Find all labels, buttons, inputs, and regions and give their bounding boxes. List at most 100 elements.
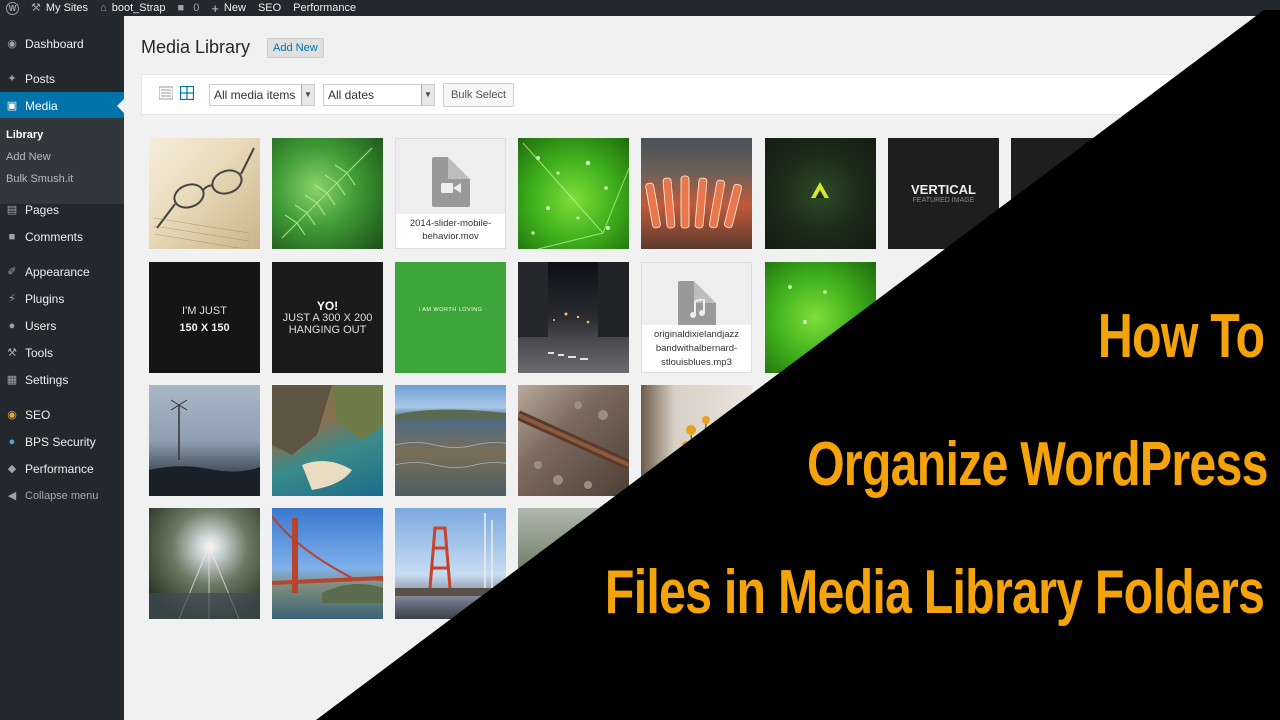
- date-filter-value: All dates: [328, 88, 375, 102]
- media-item-leaf[interactable]: [518, 138, 629, 249]
- performance-icon: ◆: [7, 463, 17, 475]
- sidebar-item-settings[interactable]: ▦ Settings: [0, 366, 124, 393]
- glasses-image: [153, 147, 255, 249]
- sidebar-item-label: Media: [25, 98, 58, 113]
- video-camera-icon: [441, 183, 461, 193]
- grid-view-icon[interactable]: [180, 86, 194, 100]
- plug-icon: ⚡: [8, 293, 16, 305]
- comments-count: 0: [193, 2, 200, 14]
- water-rocks-image: [395, 409, 506, 468]
- sidebar-item-tools[interactable]: ⚒ Tools: [0, 339, 124, 366]
- media-item-bridge[interactable]: [272, 508, 383, 619]
- vertical-title: VERTICAL: [911, 182, 976, 197]
- bulk-select-button[interactable]: Bulk Select: [443, 83, 514, 107]
- sidebar-item-label: SEO: [25, 407, 51, 422]
- collapse-icon: ◀: [7, 490, 17, 502]
- media-item-mp3-file[interactable]: originaldixielandjazz bandwithalbernard-…: [641, 262, 752, 373]
- headline-line-1: How To: [1097, 302, 1265, 371]
- media-item-worth[interactable]: I AM WORTH LOVING: [395, 262, 506, 373]
- home-icon: ⌂: [100, 1, 107, 14]
- seo-icon: ◉: [7, 409, 17, 421]
- media-item-water[interactable]: [395, 385, 506, 496]
- tile-text-150: 150 X 150: [179, 322, 230, 334]
- comment-icon: ■: [8, 230, 16, 243]
- media-item-leaf-2[interactable]: [765, 262, 876, 373]
- media-item-300[interactable]: YO! JUST A 300 X 200 HANGING OUT: [272, 262, 383, 373]
- sidebar-item-seo[interactable]: ◉ SEO: [0, 401, 124, 428]
- flowers-image: [682, 416, 710, 476]
- media-item-dark[interactable]: [1011, 138, 1122, 249]
- file-name: 2014-slider-mobile-behavior.mov: [396, 214, 505, 248]
- plus-icon: +: [211, 0, 219, 16]
- new-label: New: [223, 2, 246, 14]
- sidebar-item-media[interactable]: ▣ Media: [0, 92, 124, 119]
- red-tower-image: [395, 513, 506, 596]
- media-item-mov-file[interactable]: 2014-slider-mobile-behavior.mov: [395, 138, 506, 249]
- sidebar-item-performance[interactable]: ◆ Performance: [0, 455, 124, 482]
- performance-label: Performance: [293, 2, 357, 14]
- sidebar-item-appearance[interactable]: ✐ Appearance: [0, 258, 124, 285]
- media-item-glasses[interactable]: [149, 138, 260, 249]
- wrench-icon: ⚒: [31, 1, 41, 14]
- media-toolbar: All media items ▼ All dates ▼ Bulk Selec…: [141, 74, 1280, 115]
- user-icon: ●: [8, 319, 16, 332]
- wordpress-logo-button[interactable]: W: [0, 0, 25, 16]
- date-filter[interactable]: All dates ▼: [323, 84, 435, 106]
- media-item-tower[interactable]: [395, 508, 506, 619]
- sidebar-item-label: Settings: [25, 372, 69, 387]
- media-item-rails[interactable]: [518, 385, 629, 496]
- add-new-button[interactable]: Add New: [267, 38, 324, 58]
- pages-icon: ▤: [6, 204, 18, 216]
- seo-menu[interactable]: SEO: [252, 0, 287, 16]
- media-type-filter[interactable]: All media items ▼: [209, 84, 315, 106]
- submenu-item-library[interactable]: Library: [6, 129, 43, 141]
- admin-sidebar: ◉ Dashboard ✦ Posts ▣ Media Library Add New…: [0, 16, 124, 720]
- site-name-menu[interactable]: ⌂ boot_Strap: [94, 0, 171, 16]
- media-item-triforce[interactable]: [765, 138, 876, 249]
- new-content-menu[interactable]: + New: [205, 0, 252, 16]
- headline-line-3: Files in Media Library Folders: [604, 558, 1265, 627]
- media-item-flowers[interactable]: [641, 385, 752, 496]
- fern-image: [281, 147, 373, 239]
- media-item-cove[interactable]: [272, 385, 383, 496]
- sidebar-item-bps-security[interactable]: ● BPS Security: [0, 428, 124, 455]
- performance-menu[interactable]: Performance: [287, 0, 362, 16]
- street-image: [518, 262, 629, 360]
- sidebar-item-users[interactable]: ● Users: [0, 312, 124, 339]
- media-item-vertical[interactable]: VERTICAL FEATURED IMAGE: [888, 138, 999, 249]
- media-item-fog[interactable]: [149, 385, 260, 496]
- media-item-sunburst[interactable]: [149, 508, 260, 619]
- media-item-fern[interactable]: [272, 138, 383, 249]
- page-title: Media Library: [141, 37, 251, 57]
- sunburst-image: [149, 545, 260, 619]
- my-sites-menu[interactable]: ⚒ My Sites: [25, 0, 94, 16]
- submenu-item-bulk-smush[interactable]: Bulk Smush.it: [6, 173, 73, 185]
- sidebar-item-dashboard[interactable]: ◉ Dashboard: [0, 30, 124, 57]
- tile-text-hanging: HANGING OUT: [288, 324, 367, 336]
- coral-image: [645, 175, 742, 229]
- sidebar-item-plugins[interactable]: ⚡ Plugins: [0, 285, 124, 312]
- tile-text-worth: I AM WORTH LOVING: [418, 307, 483, 313]
- triforce-image: [811, 182, 829, 198]
- wordpress-icon: W: [6, 1, 19, 15]
- tile-text-yo: YO!: [316, 299, 339, 313]
- my-sites-label: My Sites: [45, 2, 89, 14]
- submenu-item-add-new[interactable]: Add New: [6, 151, 51, 163]
- sidebar-item-pages[interactable]: ▤ Pages: [0, 196, 124, 223]
- file-name: originaldixielandjazz bandwithalbernard-…: [642, 325, 751, 372]
- sidebar-item-comments[interactable]: ■ Comments: [0, 223, 124, 250]
- sidebar-item-posts[interactable]: ✦ Posts: [0, 65, 124, 92]
- media-item-street[interactable]: [518, 262, 629, 373]
- comments-menu[interactable]: ■ 0: [172, 0, 206, 16]
- settings-icon: ▦: [6, 374, 18, 386]
- collapse-menu-button[interactable]: ◀ Collapse menu: [0, 482, 124, 509]
- sidebar-item-label: Comments: [25, 229, 84, 244]
- list-view-icon[interactable]: [159, 86, 173, 100]
- comment-icon: ■: [177, 1, 185, 14]
- brush-icon: ✐: [7, 266, 17, 278]
- chevron-down-icon: ▼: [301, 85, 314, 105]
- media-item-coral[interactable]: [641, 138, 752, 249]
- media-item-150[interactable]: I'M JUST 150 X 150: [149, 262, 260, 373]
- sidebar-item-label: Performance: [25, 461, 94, 476]
- sidebar-item-label: Users: [25, 318, 57, 333]
